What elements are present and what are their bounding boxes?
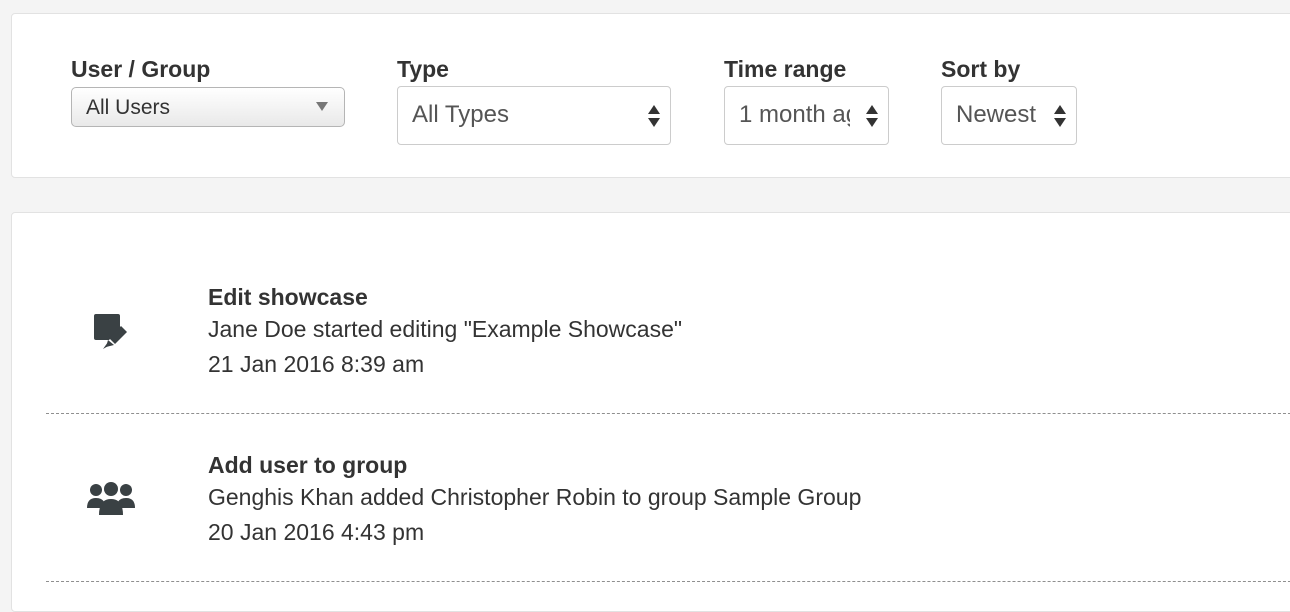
activity-title: Add user to group bbox=[208, 452, 408, 478]
sort-by-label: Sort by bbox=[941, 56, 1021, 82]
sort-by-filter: Sort by Newest bbox=[941, 56, 1077, 145]
edit-page-icon bbox=[92, 312, 132, 355]
time-range-value: 1 month ago bbox=[739, 101, 850, 128]
user-group-label: User / Group bbox=[71, 56, 211, 82]
filter-panel: User / Group All Users Type All Types Ti… bbox=[11, 13, 1290, 178]
activity-item: Add user to group Genghis Khan added Chr… bbox=[46, 414, 1290, 582]
type-value: All Types bbox=[412, 101, 509, 128]
time-range-filter: Time range 1 month ago bbox=[724, 56, 889, 145]
activity-panel: Edit showcase Jane Doe started editing "… bbox=[11, 212, 1290, 612]
activity-description: Genghis Khan added Christopher Robin to … bbox=[208, 484, 862, 510]
sort-by-select[interactable]: Newest bbox=[941, 86, 1077, 145]
activity-title: Edit showcase bbox=[208, 284, 368, 310]
activity-text: Add user to group Genghis Khan added Chr… bbox=[208, 450, 861, 550]
user-group-filter: User / Group All Users bbox=[71, 56, 345, 127]
select-arrows-icon bbox=[648, 105, 660, 127]
select-arrows-icon bbox=[866, 105, 878, 127]
time-range-select[interactable]: 1 month ago bbox=[724, 86, 889, 145]
select-arrows-icon bbox=[1054, 105, 1066, 127]
user-group-value: All Users bbox=[86, 96, 171, 119]
chevron-down-icon bbox=[316, 102, 328, 111]
type-filter: Type All Types bbox=[397, 56, 671, 145]
activity-description: Jane Doe started editing "Example Showca… bbox=[208, 316, 683, 342]
activity-timestamp: 20 Jan 2016 4:43 pm bbox=[208, 519, 425, 545]
user-group-select[interactable]: All Users bbox=[71, 87, 345, 127]
group-icon bbox=[87, 480, 135, 525]
activity-item: Edit showcase Jane Doe started editing "… bbox=[46, 213, 1290, 414]
activity-text: Edit showcase Jane Doe started editing "… bbox=[208, 282, 682, 382]
sort-by-value: Newest bbox=[956, 101, 1037, 128]
time-range-label: Time range bbox=[724, 56, 847, 82]
activity-timestamp: 21 Jan 2016 8:39 am bbox=[208, 351, 425, 377]
type-select[interactable]: All Types bbox=[397, 86, 671, 145]
type-label: Type bbox=[397, 56, 449, 82]
